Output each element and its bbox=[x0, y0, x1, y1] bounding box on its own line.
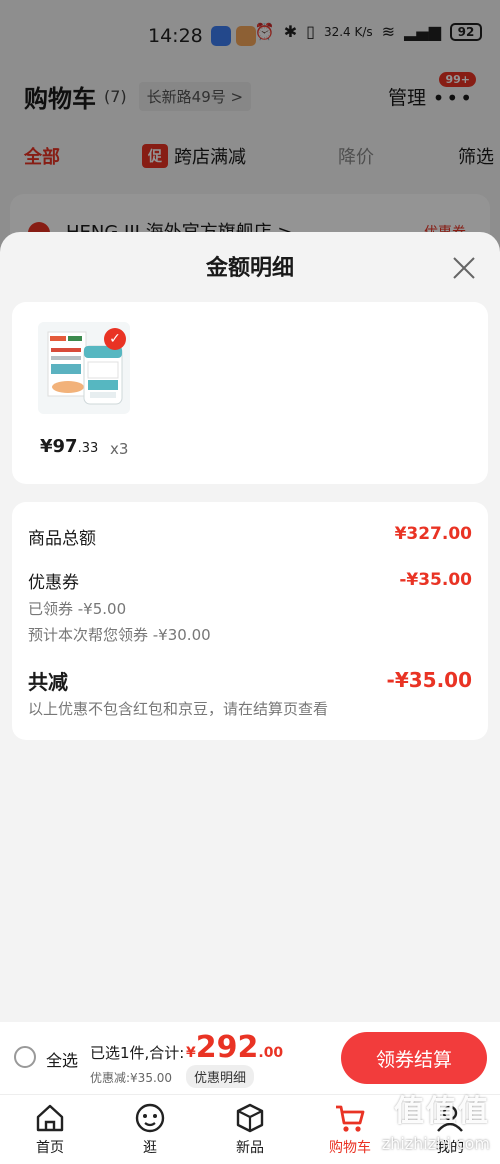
discount-amount: 优惠减:¥35.00 bbox=[90, 1071, 173, 1085]
discount-detail-button[interactable]: 优惠明细 bbox=[186, 1065, 255, 1088]
nav-label: 逛 bbox=[143, 1140, 157, 1156]
select-all-radio[interactable] bbox=[14, 1046, 36, 1068]
select-all-label[interactable]: 全选 bbox=[46, 1047, 78, 1071]
cart-icon bbox=[336, 1105, 365, 1132]
nav-new[interactable]: 新品 bbox=[215, 1101, 285, 1157]
close-icon bbox=[453, 257, 475, 279]
nav-browse[interactable]: 逛 bbox=[115, 1101, 185, 1157]
nav-label: 首页 bbox=[36, 1140, 64, 1156]
checkout-button[interactable]: 领券结算 bbox=[341, 1032, 487, 1084]
nav-cart[interactable]: 购物车 bbox=[315, 1101, 385, 1157]
watermark-logo: 值值值 bbox=[394, 1094, 490, 1129]
checked-icon: ✓ bbox=[104, 328, 126, 350]
home-icon bbox=[36, 1104, 64, 1132]
selected-summary: 已选1件,合计: bbox=[90, 1044, 185, 1062]
nav-label: 购物车 bbox=[329, 1140, 371, 1156]
watermark-url: zhizhizhi.com bbox=[381, 1134, 490, 1153]
goods-total-label: 商品总额 bbox=[28, 529, 96, 549]
checkout-bar: 全选 已选1件,合计: ¥292.00 优惠减:¥35.00 优惠明细 领券结算 bbox=[0, 1022, 500, 1094]
product-image[interactable]: ✓ bbox=[38, 322, 130, 414]
amount-summary: 商品总额 ¥327.00 优惠券 -¥35.00 已领券 -¥5.00 预计本次… bbox=[12, 502, 488, 740]
product-price: ¥97.33 bbox=[40, 436, 99, 457]
goods-total-value: ¥327.00 bbox=[394, 524, 472, 544]
coupon-received: 已领券 -¥5.00 bbox=[28, 600, 127, 618]
total-reduction-label: 共减 bbox=[28, 670, 68, 694]
sheet-title: 金额明细 bbox=[205, 256, 294, 281]
nav-label: 新品 bbox=[236, 1140, 264, 1156]
product-quantity: x3 bbox=[110, 440, 129, 458]
total-amount: ¥292.00 bbox=[186, 1030, 284, 1065]
coupon-value: -¥35.00 bbox=[399, 570, 472, 590]
nav-home[interactable]: 首页 bbox=[15, 1101, 85, 1157]
coupon-label: 优惠券 bbox=[28, 573, 79, 593]
browse-icon bbox=[135, 1103, 165, 1133]
reduction-note: 以上优惠不包含红包和京豆，请在结算页查看 bbox=[28, 700, 329, 718]
close-button[interactable] bbox=[450, 254, 478, 282]
total-reduction-value: -¥35.00 bbox=[386, 668, 472, 692]
new-products-icon bbox=[236, 1103, 264, 1133]
product-card: ✓ ¥97.33 x3 bbox=[12, 302, 488, 484]
coupon-estimated: 预计本次帮您领券 -¥30.00 bbox=[28, 626, 211, 644]
